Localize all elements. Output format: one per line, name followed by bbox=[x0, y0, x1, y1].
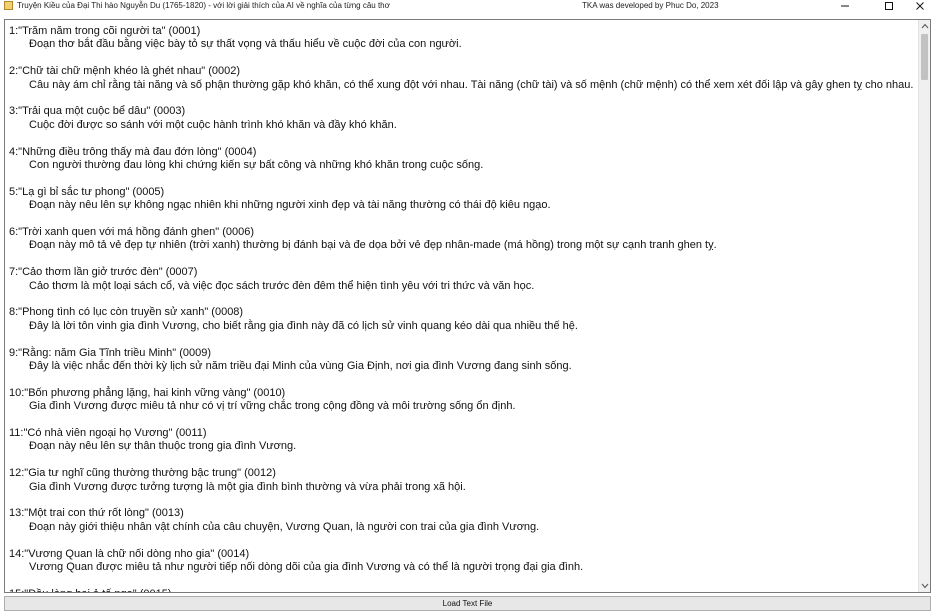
ai-explanation: Con người thường đau lòng khi chứng kiến… bbox=[29, 159, 484, 172]
poem-line: 7:"Cảo thơm lần giở trước đèn" (0007) bbox=[9, 266, 198, 279]
poem-line: 3:"Trải qua một cuộc bể dâu" (0003) bbox=[9, 105, 186, 118]
ai-explanation: Đoạn này giới thiệu nhân vật chính của c… bbox=[29, 520, 540, 533]
poem-line: 5:"Lạ gì bỉ sắc tư phong" (0005) bbox=[9, 185, 165, 198]
poem-entry: 12:"Gia tư nghĩ cũng thường thường bậc t… bbox=[9, 467, 914, 494]
poem-entry: 7:"Cảo thơm lần giở trước đèn" (0007) Cảo… bbox=[9, 266, 914, 293]
maximize-icon[interactable] bbox=[874, 0, 904, 11]
window-title: Truyện Kiều của Đại Thi hào Nguyễn Du (1… bbox=[17, 1, 390, 10]
poem-line: 12:"Gia tư nghĩ cũng thường thường bậc t… bbox=[9, 467, 276, 480]
ai-explanation: Đoạn này mô tả vẻ đẹp tự nhiên (trời xan… bbox=[29, 239, 717, 252]
scroll-down-arrow-icon[interactable] bbox=[919, 580, 930, 592]
ai-explanation: Cuộc đời được so sánh với một cuộc hành … bbox=[29, 118, 397, 131]
app-icon bbox=[4, 1, 13, 10]
ai-explanation: Câu này ám chỉ rằng tài năng và số phận … bbox=[29, 78, 914, 91]
poem-entry: 6:"Trời xanh quen với má hồng đánh ghen"… bbox=[9, 226, 914, 253]
poem-line: 9:"Rằng: năm Gia Tĩnh triều Minh" (0009) bbox=[9, 346, 212, 359]
ai-explanation: Đây là lời tôn vinh gia đình Vương, cho … bbox=[29, 319, 578, 332]
title-bar[interactable]: Truyện Kiều của Đại Thi hào Nguyễn Du (1… bbox=[0, 0, 936, 11]
poem-line: 15:"Đầu lòng hai ả tố nga" (0015) bbox=[9, 588, 914, 592]
poem-entry: 4:"Những điều trông thấy mà đau đớn lòng… bbox=[9, 146, 914, 173]
ai-explanation: Đoạn này nêu lên sự thân thuộc trong gia… bbox=[29, 440, 297, 453]
poem-entry: 5:"Lạ gì bỉ sắc tư phong" (0005) Đoạn này… bbox=[9, 186, 914, 213]
poem-entry: 10:"Bốn phương phẳng lặng, hai kinh vững… bbox=[9, 387, 914, 414]
poem-entry: 14:"Vương Quan là chữ nối dòng nho gia" … bbox=[9, 548, 914, 575]
vertical-scrollbar[interactable] bbox=[918, 20, 930, 592]
poem-entry: 15:"Đầu lòng hai ả tố nga" (0015) bbox=[9, 588, 914, 592]
poem-line: 6:"Trời xanh quen với má hồng đánh ghen"… bbox=[9, 226, 255, 239]
poem-line: 1:"Trăm năm trong cõi người ta" (0001) bbox=[9, 25, 201, 37]
ai-explanation: Đây là việc nhắc đến thời kỳ lịch sử năm… bbox=[29, 360, 572, 373]
poem-entry: 11:"Có nhà viên ngoại họ Vương" (0011) Đo… bbox=[9, 427, 914, 454]
poem-entry: 3:"Trải qua một cuộc bể dâu" (0003) Cuộc … bbox=[9, 105, 914, 132]
close-icon[interactable] bbox=[905, 0, 935, 11]
scroll-up-arrow-icon[interactable] bbox=[919, 20, 930, 32]
poem-line: 14:"Vương Quan là chữ nối dòng nho gia" … bbox=[9, 547, 250, 560]
poem-line: 4:"Những điều trông thấy mà đau đớn lòng… bbox=[9, 145, 257, 158]
poem-entry: 13:"Một trai con thứ rốt lòng" (0013) Đoạ… bbox=[9, 507, 914, 534]
load-text-file-button[interactable]: Load Text File bbox=[4, 596, 931, 611]
ai-explanation: Gia đình Vương được miêu tả như có vị tr… bbox=[29, 400, 516, 413]
text-content: 1:"Trăm năm trong cõi người ta" (0001) Đo… bbox=[9, 25, 914, 592]
minimize-icon[interactable] bbox=[830, 0, 860, 11]
ai-explanation: Cảo thơm là một loại sách cổ, và việc đọ… bbox=[29, 279, 535, 292]
poem-entry: 9:"Rằng: năm Gia Tĩnh triều Minh" (0009)… bbox=[9, 347, 914, 374]
ai-explanation: Đoạn này nêu lên sự không ngạc nhiên khi… bbox=[29, 199, 551, 212]
text-display-area[interactable]: 1:"Trăm năm trong cõi người ta" (0001) Đo… bbox=[4, 19, 931, 593]
poem-line: 8:"Phong tình có lục còn truyền sử xanh"… bbox=[9, 306, 244, 319]
poem-line: 2:"Chữ tài chữ mệnh khéo là ghét nhau" (… bbox=[9, 65, 241, 78]
scrollbar-thumb[interactable] bbox=[921, 34, 928, 80]
credit-label: TKA was developed by Phuc Do, 2023 bbox=[582, 1, 719, 10]
poem-line: 11:"Có nhà viên ngoại họ Vương" (0011) bbox=[9, 427, 207, 440]
ai-explanation: Gia đình Vương được tưởng tượng là một g… bbox=[29, 480, 466, 493]
poem-entry: 2:"Chữ tài chữ mệnh khéo là ghét nhau" (… bbox=[9, 65, 914, 92]
poem-entry: 8:"Phong tình có lục còn truyền sử xanh"… bbox=[9, 306, 914, 333]
poem-line: 13:"Một trai con thứ rốt lòng" (0013) bbox=[9, 507, 184, 520]
ai-explanation: Vương Quan được miêu tả như người tiếp n… bbox=[29, 561, 584, 574]
poem-entry: 1:"Trăm năm trong cõi người ta" (0001) Đo… bbox=[9, 25, 914, 52]
ai-explanation: Đoạn thơ bắt đầu bằng việc bày tỏ sự thấ… bbox=[29, 38, 462, 51]
poem-line: 10:"Bốn phương phẳng lặng, hai kinh vững… bbox=[9, 386, 286, 399]
